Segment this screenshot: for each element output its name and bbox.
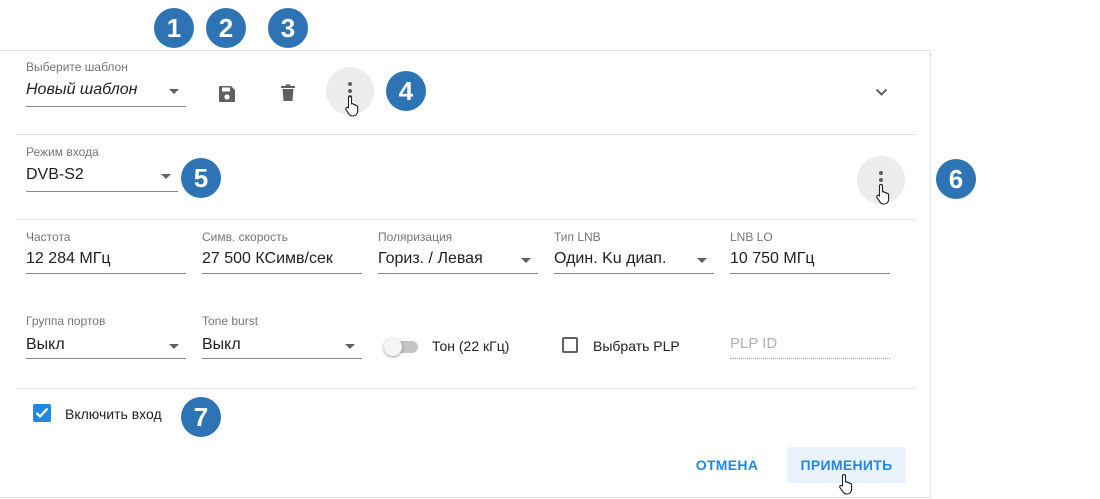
plp-id-placeholder: PLP ID xyxy=(730,335,778,352)
port-group-select[interactable]: Группа портов Выкл xyxy=(26,312,186,359)
chevron-down-icon xyxy=(875,88,888,96)
input-mode-more-button[interactable] xyxy=(857,156,905,205)
template-select[interactable]: Новый шаблон xyxy=(26,77,186,107)
lnb-lo-value: 10 750 МГц xyxy=(730,250,815,267)
frequency-label: Частота xyxy=(26,230,71,244)
collapse-button[interactable] xyxy=(866,77,896,107)
apply-button-label: ПРИМЕНИТЬ xyxy=(800,457,893,473)
plp-id-field[interactable]: PLP ID xyxy=(730,331,890,359)
pointer-hand-icon xyxy=(345,95,359,117)
polarization-label: Поляризация xyxy=(378,230,453,244)
polarization-value: Гориз. / Левая xyxy=(378,250,483,267)
annotation-badge-7: 7 xyxy=(181,397,221,437)
annotation-badge-5: 5 xyxy=(181,158,221,198)
divider xyxy=(16,134,915,135)
annotation-badge-2: 2 xyxy=(206,8,246,48)
select-plp-label: Выбрать PLP xyxy=(593,338,680,354)
save-template-button[interactable] xyxy=(210,77,244,111)
polarization-select[interactable]: Поляризация Гориз. / Левая xyxy=(378,228,538,274)
pointer-hand-icon xyxy=(839,473,853,495)
annotation-badge-4: 4 xyxy=(386,71,426,111)
lnb-lo-label: LNB LO xyxy=(730,230,773,244)
symbol-rate-value: 27 500 КСимв/сек xyxy=(202,250,333,267)
caret-down-icon xyxy=(521,258,531,263)
input-mode-select[interactable]: DVB-S2 xyxy=(26,161,178,192)
annotation-badge-3: 3 xyxy=(268,8,308,48)
annotation-badge-6: 6 xyxy=(936,159,976,199)
annotation-badge-1: 1 xyxy=(154,8,194,48)
port-group-value: Выкл xyxy=(26,336,65,353)
template-more-button[interactable] xyxy=(326,67,374,117)
delete-icon xyxy=(281,84,295,101)
cancel-button[interactable]: ОТМЕНА xyxy=(686,447,768,483)
lnb-type-select[interactable]: Тип LNB Один. Ku диап. xyxy=(554,228,714,274)
pointer-hand-icon xyxy=(876,183,890,205)
save-icon xyxy=(219,86,235,102)
enable-input-checkbox[interactable] xyxy=(33,404,51,422)
frequency-field[interactable]: Частота 12 284 МГц xyxy=(26,228,186,274)
tone-burst-label: Tone burst xyxy=(202,314,259,328)
caret-down-icon xyxy=(161,174,171,179)
port-group-label: Группа портов xyxy=(26,314,106,328)
tone-burst-value: Выкл xyxy=(202,336,241,353)
template-label: Выберите шаблон xyxy=(26,60,128,74)
divider xyxy=(16,388,915,389)
cancel-button-label: ОТМЕНА xyxy=(695,457,759,473)
select-plp-checkbox[interactable] xyxy=(562,337,578,353)
caret-down-icon xyxy=(697,258,707,263)
caret-down-icon xyxy=(345,344,355,349)
delete-template-button[interactable] xyxy=(271,77,305,111)
symbol-rate-label: Симв. скорость xyxy=(202,230,288,244)
caret-down-icon xyxy=(169,344,179,349)
input-mode-value: DVB-S2 xyxy=(26,166,84,183)
frequency-value: 12 284 МГц xyxy=(26,250,111,267)
tone-label: Тон (22 кГц) xyxy=(432,338,510,354)
symbol-rate-field[interactable]: Симв. скорость 27 500 КСимв/сек xyxy=(202,228,362,274)
apply-button[interactable]: ПРИМЕНИТЬ xyxy=(787,447,906,495)
tone-burst-select[interactable]: Tone burst Выкл xyxy=(202,312,362,359)
lnb-type-label: Тип LNB xyxy=(554,230,601,244)
input-mode-label: Режим входа xyxy=(26,145,99,159)
tone-toggle[interactable] xyxy=(384,337,420,356)
template-value: Новый шаблон xyxy=(26,81,138,98)
caret-down-icon xyxy=(169,89,179,94)
checkmark-icon xyxy=(35,407,49,419)
lnb-lo-field[interactable]: LNB LO 10 750 МГц xyxy=(730,228,890,274)
divider xyxy=(16,219,915,220)
lnb-type-value: Один. Ku диап. xyxy=(554,250,667,267)
input-settings-card: Выберите шаблон Новый шаблон 4 Режим вхо… xyxy=(0,50,931,498)
enable-input-label: Включить вход xyxy=(65,406,162,422)
